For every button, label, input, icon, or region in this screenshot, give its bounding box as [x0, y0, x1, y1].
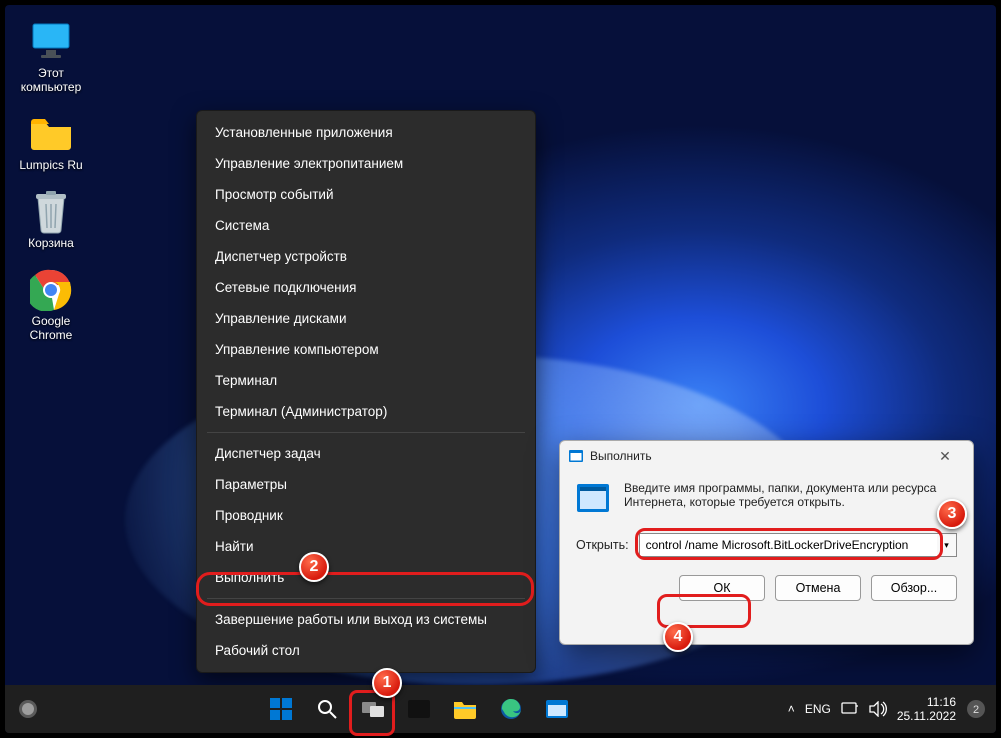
menu-system[interactable]: Система — [197, 210, 535, 241]
menu-power-options[interactable]: Управление электропитанием — [197, 148, 535, 179]
widgets-button[interactable] — [8, 689, 48, 729]
menu-task-manager[interactable]: Диспетчер задач — [197, 438, 535, 469]
taskbar: ˄ ENG 11:16 25.11.2022 2 — [5, 685, 996, 733]
browse-button[interactable]: Обзор... — [871, 575, 957, 601]
menu-shutdown[interactable]: Завершение работы или выход из системы — [197, 604, 535, 635]
tray-chevron-icon[interactable]: ˄ — [788, 702, 795, 716]
run-app-icon — [576, 481, 610, 515]
edge-button[interactable] — [491, 689, 531, 729]
clock[interactable]: 11:16 25.11.2022 — [897, 695, 956, 723]
menu-event-viewer[interactable]: Просмотр событий — [197, 179, 535, 210]
run-window-icon — [568, 448, 584, 464]
folder-icon — [29, 112, 73, 156]
menu-run[interactable]: Выполнить — [197, 562, 535, 593]
run-input[interactable] — [639, 533, 957, 557]
menu-desktop[interactable]: Рабочий стол — [197, 635, 535, 666]
monitor-icon — [29, 20, 73, 64]
start-button[interactable] — [261, 689, 301, 729]
menu-device-manager[interactable]: Диспетчер устройств — [197, 241, 535, 272]
ok-button[interactable]: ОК — [679, 575, 765, 601]
desktop-icon-recycle-bin[interactable]: Корзина — [12, 190, 90, 250]
svg-text:2: 2 — [973, 704, 979, 716]
clock-date: 25.11.2022 — [897, 709, 956, 723]
file-explorer-button[interactable] — [445, 689, 485, 729]
clock-time: 11:16 — [897, 695, 956, 709]
menu-search[interactable]: Найти — [197, 531, 535, 562]
menu-network[interactable]: Сетевые подключения — [197, 272, 535, 303]
menu-disk-mgmt[interactable]: Управление дисками — [197, 303, 535, 334]
taskbar-app-dark[interactable] — [399, 689, 439, 729]
volume-icon[interactable] — [869, 701, 887, 717]
menu-explorer[interactable]: Проводник — [197, 500, 535, 531]
start-context-menu: Установленные приложения Управление элек… — [196, 110, 536, 673]
menu-settings[interactable]: Параметры — [197, 469, 535, 500]
desktop-icon-this-pc[interactable]: Этоткомпьютер — [12, 20, 90, 94]
run-title-text: Выполнить — [590, 449, 652, 463]
desktop-icon-label: GoogleChrome — [30, 314, 73, 342]
task-view-button[interactable] — [353, 689, 393, 729]
menu-installed-apps[interactable]: Установленные приложения — [197, 117, 535, 148]
run-titlebar[interactable]: Выполнить ✕ — [560, 441, 973, 471]
desktop-icon-label: Lumpics Ru — [19, 158, 82, 172]
network-icon[interactable] — [841, 702, 859, 716]
desktop-icon-folder[interactable]: Lumpics Ru — [12, 112, 90, 172]
desktop-icon-chrome[interactable]: GoogleChrome — [12, 268, 90, 342]
menu-terminal-admin[interactable]: Терминал (Администратор) — [197, 396, 535, 427]
notifications-button[interactable]: 2 — [966, 699, 986, 719]
run-open-label: Открыть: — [576, 538, 629, 552]
chrome-icon — [29, 268, 73, 312]
run-dialog: Выполнить ✕ Введите имя программы, папки… — [559, 440, 974, 645]
desktop-icon-label: Корзина — [28, 236, 74, 250]
menu-terminal[interactable]: Терминал — [197, 365, 535, 396]
run-taskbar-button[interactable] — [537, 689, 577, 729]
close-button[interactable]: ✕ — [925, 448, 965, 465]
run-dropdown-button[interactable]: ▾ — [937, 533, 957, 557]
run-description: Введите имя программы, папки, документа … — [624, 481, 957, 515]
language-indicator[interactable]: ENG — [805, 702, 831, 716]
cancel-button[interactable]: Отмена — [775, 575, 861, 601]
menu-computer-mgmt[interactable]: Управление компьютером — [197, 334, 535, 365]
trash-icon — [29, 190, 73, 234]
menu-separator — [207, 598, 525, 599]
desktop-icon-label: Этоткомпьютер — [21, 66, 82, 94]
search-button[interactable] — [307, 689, 347, 729]
menu-separator — [207, 432, 525, 433]
